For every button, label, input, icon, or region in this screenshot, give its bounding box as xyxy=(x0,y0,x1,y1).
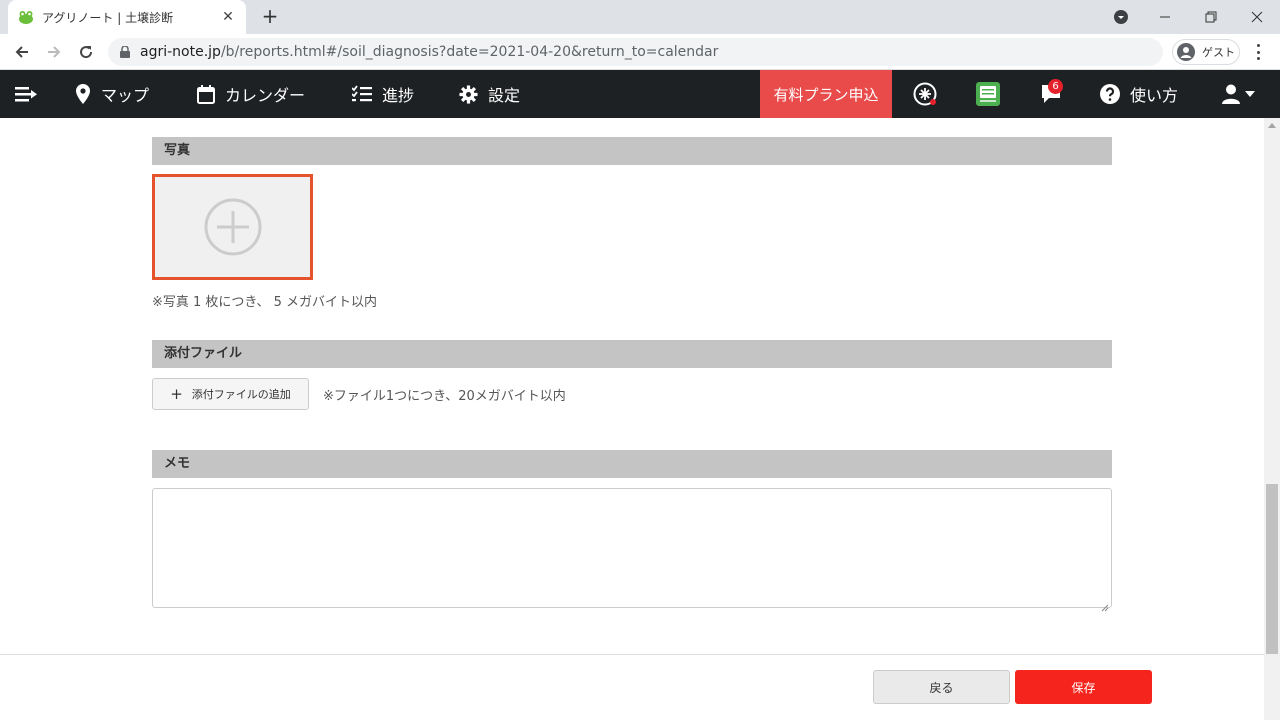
attachment-section-heading: 添付ファイル xyxy=(152,340,1112,368)
page-scrollbar[interactable] xyxy=(1264,118,1280,720)
back-button[interactable]: 戻る xyxy=(873,670,1010,704)
help-label: 使い方 xyxy=(1130,86,1179,105)
browser-toolbar: agri-note.jp/b/reports.html#/soil_diagno… xyxy=(0,34,1280,70)
user-icon xyxy=(1221,84,1240,104)
lock-icon xyxy=(120,46,130,58)
browser-menu-icon[interactable] xyxy=(1250,42,1266,62)
nav-settings[interactable]: 設定 xyxy=(459,70,520,118)
url-path: /b/reports.html#/soil_diagnosis?date=202… xyxy=(220,44,719,60)
plus-icon: + xyxy=(170,385,183,403)
gear-icon xyxy=(459,84,478,104)
notification-count-badge: 6 xyxy=(1048,79,1063,94)
user-menu-button[interactable] xyxy=(1218,70,1258,118)
weather-icon[interactable] xyxy=(908,70,942,118)
memo-textarea[interactable] xyxy=(152,488,1112,608)
add-photo-button[interactable] xyxy=(152,174,313,280)
add-attachment-button[interactable]: + 添付ファイルの追加 xyxy=(152,378,309,410)
reload-icon[interactable] xyxy=(74,40,98,64)
attachment-size-note: ※ファイル1つにつき、20メガバイト以内 xyxy=(323,389,566,404)
minimize-icon[interactable] xyxy=(1142,0,1188,34)
back-arrow-icon[interactable] xyxy=(10,40,34,64)
tab-close-icon[interactable]: ✕ xyxy=(220,9,236,25)
frog-favicon-icon xyxy=(18,9,34,25)
save-button[interactable]: 保存 xyxy=(1015,670,1152,704)
nav-calendar-label: カレンダー xyxy=(225,86,306,105)
browser-tab-strip: アグリノート | 土壌診断 ✕ + xyxy=(0,0,1280,34)
restore-icon[interactable] xyxy=(1188,0,1234,34)
checklist-icon xyxy=(352,85,372,103)
main-content: 写真 ※写真 1 枚につき、 5 メガバイト以内 添付ファイル + 添付ファイル… xyxy=(0,118,1264,654)
add-attachment-label: 添付ファイルの追加 xyxy=(191,388,291,401)
photo-size-note: ※写真 1 枚につき、 5 メガバイト以内 xyxy=(152,295,378,310)
tab-search-icon[interactable] xyxy=(1098,0,1144,34)
menu-toggle-icon[interactable] xyxy=(10,70,42,118)
notification-button[interactable]: 6 xyxy=(1036,70,1066,118)
guest-profile-button[interactable]: ゲスト xyxy=(1172,39,1240,65)
help-circle-icon xyxy=(1100,84,1120,104)
scrollbar-thumb[interactable] xyxy=(1266,484,1278,654)
browser-tab[interactable]: アグリノート | 土壌診断 ✕ xyxy=(8,0,246,34)
nav-progress-label: 進捗 xyxy=(382,86,415,105)
resize-grip-icon[interactable] xyxy=(1101,597,1109,612)
guest-avatar-icon xyxy=(1177,43,1195,61)
nav-progress[interactable]: 進捗 xyxy=(352,70,414,118)
map-pin-icon xyxy=(75,84,91,104)
calendar-icon xyxy=(197,84,215,104)
forward-arrow-icon[interactable] xyxy=(42,40,66,64)
close-window-icon[interactable] xyxy=(1234,0,1280,34)
help-link[interactable]: 使い方 xyxy=(1100,70,1178,118)
app-header: マップ カレンダー 進捗 設定 有料プラン申込 6 使い方 xyxy=(0,70,1280,118)
paid-plan-button[interactable]: 有料プラン申込 xyxy=(760,70,892,118)
tab-title: アグリノート | 土壌診断 xyxy=(42,10,174,25)
memo-section-heading: メモ xyxy=(152,450,1112,478)
new-tab-button[interactable]: + xyxy=(258,5,282,29)
scroll-up-icon[interactable] xyxy=(1268,123,1276,128)
nav-settings-label: 設定 xyxy=(488,86,521,105)
photo-section-heading: 写真 xyxy=(152,137,1112,165)
plus-circle-icon xyxy=(203,197,263,257)
form-footer: 戻る 保存 xyxy=(0,654,1264,720)
address-bar[interactable]: agri-note.jp/b/reports.html#/soil_diagno… xyxy=(108,38,1163,66)
url-host: agri-note.jp xyxy=(140,44,221,60)
nav-calendar[interactable]: カレンダー xyxy=(197,70,305,118)
profile-label: ゲスト xyxy=(1202,46,1235,59)
chevron-down-icon xyxy=(1244,91,1255,97)
nav-map[interactable]: マップ xyxy=(75,70,149,118)
nav-map-label: マップ xyxy=(101,86,150,105)
farm-report-icon[interactable] xyxy=(972,70,1004,118)
